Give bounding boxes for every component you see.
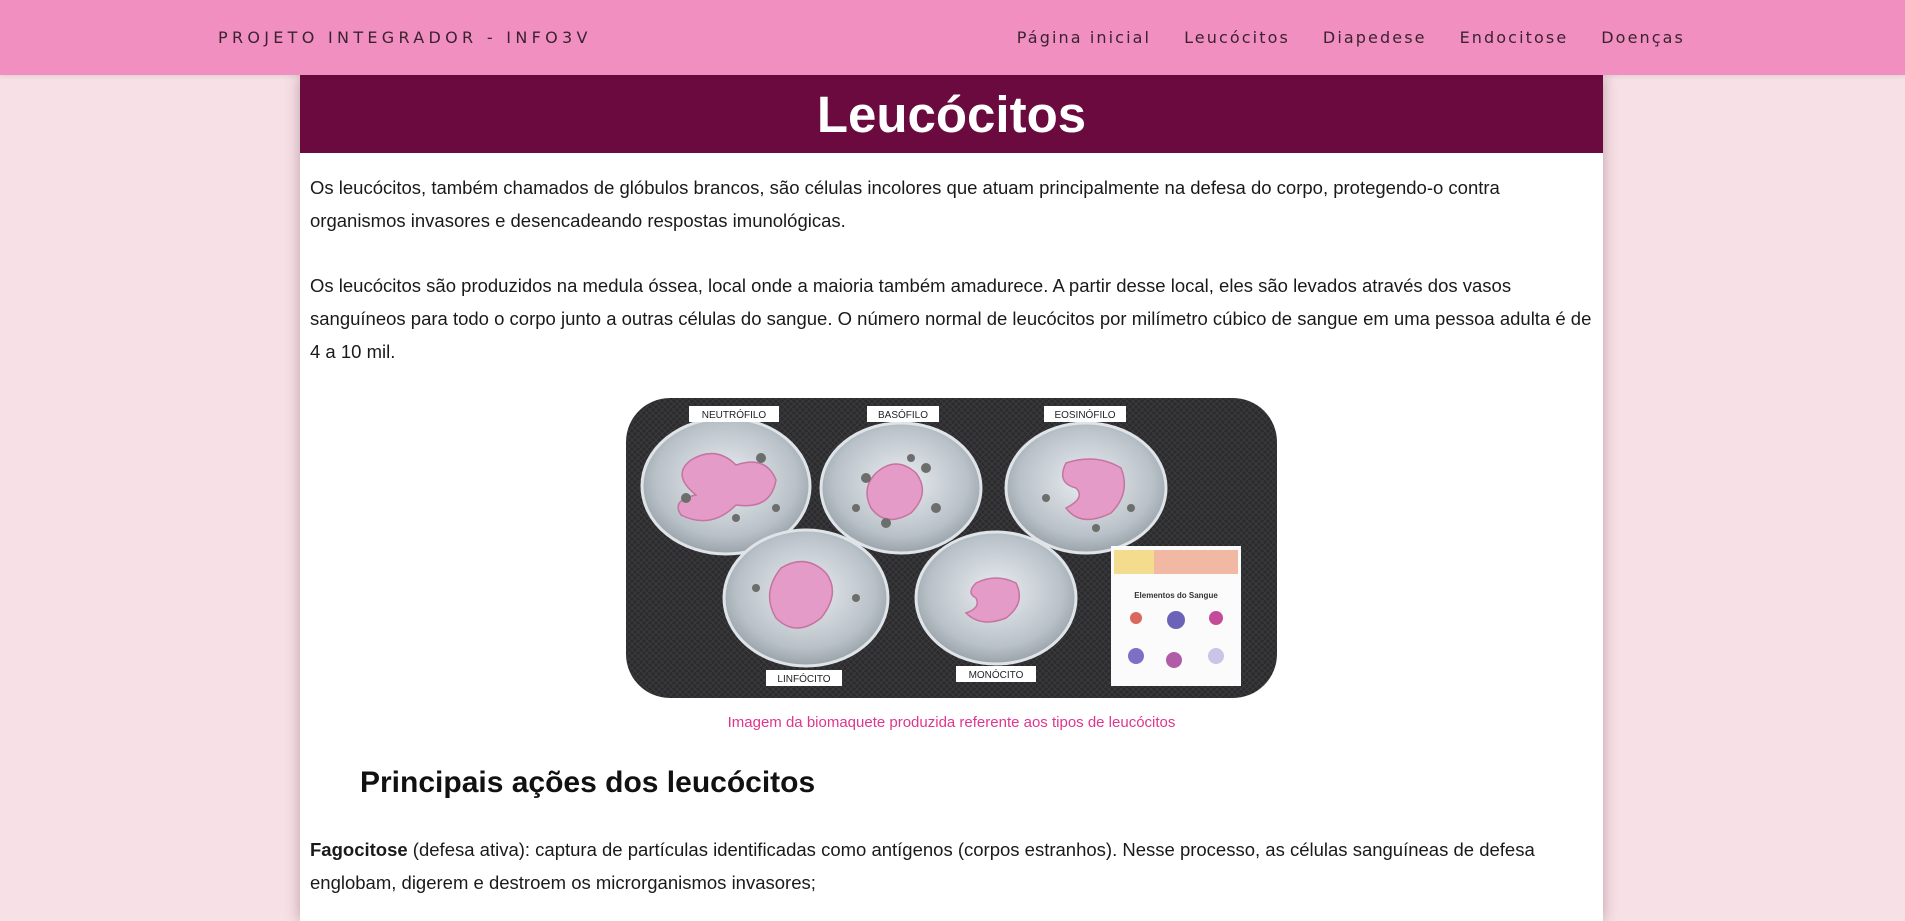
label-lymphocyte: LINFÓCITO — [777, 672, 830, 685]
phagocytosis-paragraph: Fagocitose (defesa ativa): captura de pa… — [310, 833, 1593, 899]
label-neutrophil: NEUTRÓFILO — [702, 408, 767, 421]
nav-link-doencas[interactable]: Doenças — [1601, 28, 1685, 47]
nav-link-leucocitos[interactable]: Leucócitos — [1184, 28, 1290, 47]
basophil-dish — [819, 421, 983, 555]
nav-links: Página inicial Leucócitos Diapedese Endo… — [1017, 28, 1685, 47]
nav-link-diapedese[interactable]: Diapedese — [1323, 28, 1427, 47]
section-heading: Principais ações dos leucócitos — [360, 766, 816, 799]
content-card: Leucócitos Os leucócitos, também chamado… — [300, 75, 1603, 921]
blood-elements-poster: Elementos do Sangue — [1111, 546, 1241, 686]
title-banner: Leucócitos — [300, 75, 1603, 153]
site-brand[interactable]: PROJETO INTEGRADOR - INFO3V — [218, 28, 592, 47]
lymphocyte-dish — [722, 528, 890, 668]
poster-title: Elementos do Sangue — [1134, 591, 1218, 600]
phagocytosis-description: (defesa ativa): captura de partículas id… — [310, 839, 1535, 893]
top-navbar: PROJETO INTEGRADOR - INFO3V Página inici… — [0, 0, 1905, 75]
phagocytosis-term: Fagocitose — [310, 839, 408, 860]
page-title: Leucócitos — [816, 85, 1087, 143]
production-paragraph: Os leucócitos são produzidos na medula ó… — [310, 275, 1592, 362]
biomodel-photo: NEUTRÓFILO BASÓFILO EOSINÓFILO LINFÓCITO… — [626, 398, 1277, 698]
biomodel-figure: NEUTRÓFILO BASÓFILO EOSINÓFILO LINFÓCITO… — [310, 398, 1593, 731]
label-monocyte: MONÓCITO — [969, 668, 1024, 681]
label-eosinophil: EOSINÓFILO — [1054, 408, 1115, 421]
figure-caption: Imagem da biomaquete produzida referente… — [727, 714, 1176, 731]
monocyte-dish — [914, 530, 1078, 666]
eosinophil-dish — [1004, 421, 1168, 555]
intro-paragraph: Os leucócitos, também chamados de glóbul… — [310, 177, 1500, 231]
nav-link-endocitose[interactable]: Endocitose — [1460, 28, 1569, 47]
label-basophil: BASÓFILO — [878, 408, 928, 421]
nav-link-pagina-inicial[interactable]: Página inicial — [1017, 28, 1151, 47]
article-body: Os leucócitos, também chamados de glóbul… — [300, 171, 1603, 899]
